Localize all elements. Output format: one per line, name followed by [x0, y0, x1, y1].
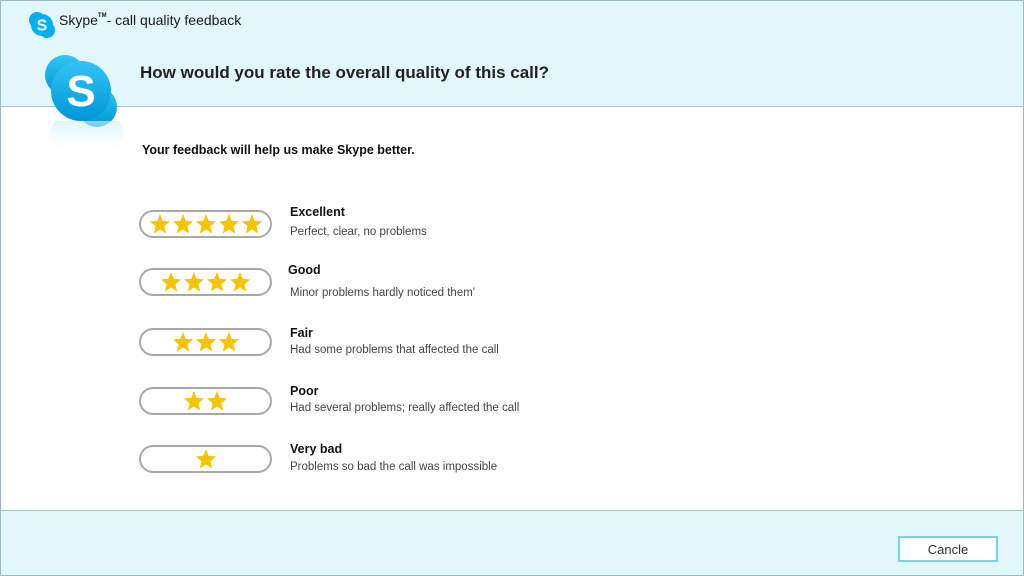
star-icon [149, 213, 170, 234]
star-icon [218, 213, 239, 234]
skype-logo-icon: S [29, 12, 55, 38]
rating-label: Very bad [290, 442, 343, 456]
star-icon [195, 448, 216, 469]
trademark-mark: TM [97, 13, 107, 20]
feedback-window: S SkypeTM- call quality feedback S How w… [0, 0, 1024, 576]
rating-description: Problems so bad the call was impossible [290, 461, 498, 473]
page-title: How would you rate the overall quality o… [140, 63, 550, 82]
skype-logo-icon: S [45, 55, 117, 127]
svg-text:S: S [37, 18, 48, 35]
rating-button-3-stars[interactable] [139, 328, 272, 356]
star-icon [241, 213, 262, 234]
cancel-button[interactable]: Cancle [898, 536, 998, 562]
footer-bar [1, 510, 1023, 575]
rating-option-fair: Fair Had some problems that affected the… [139, 326, 559, 368]
rating-label: Poor [290, 384, 319, 398]
svg-text:S: S [66, 67, 95, 116]
star-icon [206, 271, 228, 292]
star-icon [229, 271, 251, 292]
star-icon [206, 390, 228, 411]
rating-label: Good [288, 263, 321, 277]
star-icon [183, 271, 205, 292]
rating-button-5-stars[interactable] [139, 210, 272, 238]
star-icon [172, 213, 193, 234]
rating-option-good: Good Minor problems hardly noticed them' [139, 263, 559, 308]
rating-option-very-bad: Very bad Problems so bad the call was im… [139, 442, 559, 485]
rating-button-2-stars[interactable] [139, 387, 272, 415]
rating-description: Perfect, clear, no problems [290, 226, 427, 238]
rating-option-poor: Poor Had several problems; really affect… [139, 384, 559, 427]
rating-button-4-stars[interactable] [139, 268, 272, 296]
rating-button-1-star[interactable] [139, 445, 272, 473]
star-icon [183, 390, 205, 411]
rating-description: Minor problems hardly noticed them' [290, 287, 475, 299]
star-icon [172, 331, 193, 352]
window-title-app: Skype [59, 12, 98, 28]
rating-label: Fair [290, 326, 313, 340]
rating-option-excellent: Excellent Perfect, clear, no problems [139, 205, 559, 250]
window-title: SkypeTM- call quality feedback [59, 12, 241, 28]
feedback-subtitle: Your feedback will help us make Skype be… [142, 143, 415, 157]
star-icon [195, 331, 216, 352]
rating-description: Had some problems that affected the call [290, 344, 499, 356]
rating-description: Had several problems; really affected th… [290, 402, 520, 414]
window-title-suffix: - call quality feedback [106, 12, 242, 28]
rating-label: Excellent [290, 205, 345, 219]
skype-logo-reflection [51, 121, 123, 159]
star-icon [160, 271, 182, 292]
star-icon [218, 331, 239, 352]
star-icon [195, 213, 216, 234]
